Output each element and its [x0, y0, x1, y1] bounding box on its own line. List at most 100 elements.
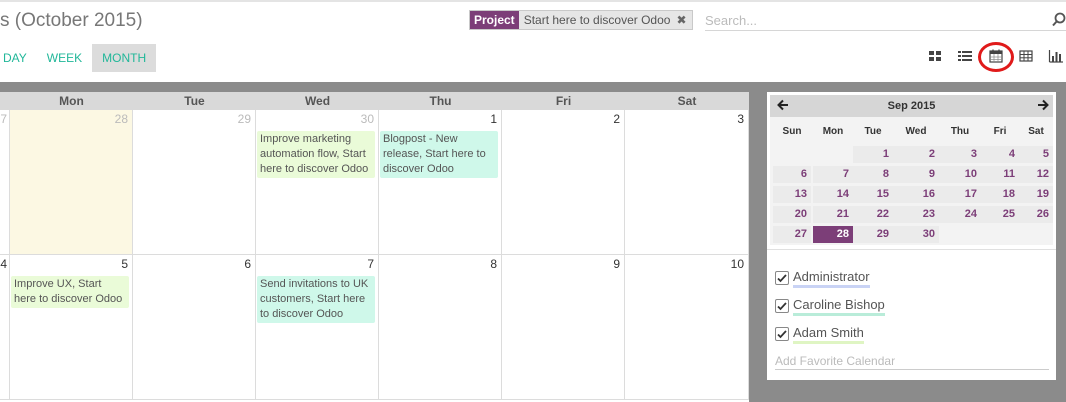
day-cell[interactable]: 1 Blogpost - New release, Start here to …: [379, 110, 502, 255]
day-number: 30: [360, 112, 374, 126]
day-cell[interactable]: 4: [0, 255, 10, 400]
mini-weekday: Tue: [864, 126, 882, 137]
mini-day[interactable]: 5: [1019, 146, 1053, 163]
mini-day[interactable]: 16: [893, 186, 939, 203]
day-number: 1: [490, 112, 497, 126]
mini-day[interactable]: 6: [773, 166, 811, 183]
calendar-event[interactable]: Improve UX, Start here to discover Odoo: [11, 276, 129, 308]
day-number: 8: [490, 257, 497, 271]
check-icon: [777, 330, 787, 339]
mini-day[interactable]: 25: [981, 206, 1019, 223]
mini-day[interactable]: 17: [939, 186, 981, 203]
day-number: 29: [237, 112, 251, 126]
day-number: 28: [114, 112, 128, 126]
calendar-event[interactable]: Blogpost - New release, Start here to di…: [380, 131, 498, 178]
calendar-event[interactable]: Send invitations to UK customers, Start …: [257, 276, 375, 323]
remove-facet-icon[interactable]: ✖: [676, 13, 686, 28]
attendee-filter[interactable]: Administrator: [775, 268, 870, 288]
facet-value: Start here to discover Odoo: [523, 12, 671, 27]
facet-value-wrap: Start here to discover Odoo ✖: [518, 11, 692, 29]
day-button[interactable]: DAY: [0, 44, 37, 72]
mini-day-selected[interactable]: 28: [813, 226, 853, 243]
mini-day[interactable]: 26: [1019, 206, 1053, 223]
weekday-fri: Fri: [555, 94, 572, 108]
weekday-header: Mon Tue Wed Thu Fri Sat: [0, 92, 749, 110]
day-cell[interactable]: 6: [133, 255, 256, 400]
week-button[interactable]: WEEK: [37, 44, 92, 72]
calendar-event[interactable]: Improve marketing automation flow, Start…: [257, 131, 375, 178]
search-bar: Project Start here to discover Odoo ✖: [469, 9, 1066, 31]
weekday-mon: Mon: [59, 94, 84, 108]
search-input[interactable]: [705, 10, 1055, 30]
mini-day[interactable]: 4: [981, 146, 1019, 163]
attendee-filter[interactable]: Caroline Bishop: [775, 296, 885, 316]
mini-day[interactable]: 21: [813, 206, 853, 223]
day-cell[interactable]: 27: [0, 110, 10, 255]
graph-view-icon[interactable]: [1048, 48, 1064, 64]
mini-day[interactable]: 24: [939, 206, 981, 223]
mini-calendar-header: Sep 2015: [770, 95, 1053, 117]
kanban-view-icon[interactable]: [927, 48, 943, 64]
day-cell[interactable]: 10: [625, 255, 749, 400]
attendee-checkbox[interactable]: [775, 327, 789, 341]
day-cell[interactable]: 3: [625, 110, 749, 255]
mini-day[interactable]: 3: [939, 146, 981, 163]
mini-day[interactable]: 9: [893, 166, 939, 183]
mini-weekday: Mon: [822, 126, 844, 137]
mini-day[interactable]: 12: [1019, 166, 1053, 183]
sidebar-divider: [767, 249, 1056, 250]
attendee-name: Caroline Bishop: [793, 297, 885, 316]
next-month-icon[interactable]: [1036, 98, 1050, 112]
mini-day[interactable]: 15: [853, 186, 893, 203]
mini-weekday: Sun: [782, 126, 802, 137]
mini-day[interactable]: 27: [773, 226, 811, 243]
facet-category: Project: [470, 11, 519, 29]
day-cell[interactable]: 7 Send invitations to UK customers, Star…: [256, 255, 379, 400]
attendee-checkbox[interactable]: [775, 271, 789, 285]
day-cell[interactable]: 5 Improve UX, Start here to discover Odo…: [10, 255, 133, 400]
mini-day[interactable]: 20: [773, 206, 811, 223]
mini-day[interactable]: 7: [813, 166, 853, 183]
day-cell[interactable]: 30 Improve marketing automation flow, St…: [256, 110, 379, 255]
mini-calendar-title: Sep 2015: [887, 100, 936, 112]
mini-day[interactable]: 19: [1019, 186, 1053, 203]
list-view-icon[interactable]: [957, 48, 973, 64]
attendee-name: Administrator: [793, 269, 870, 288]
add-favorite-calendar-input[interactable]: Add Favorite Calendar: [775, 354, 1049, 370]
page-title: s (October 2015): [0, 10, 143, 31]
mini-day[interactable]: 23: [893, 206, 939, 223]
day-number: 4: [0, 257, 7, 271]
mini-day[interactable]: 2: [893, 146, 939, 163]
search-icon[interactable]: [1052, 11, 1066, 27]
month-calendar: Mon Tue Wed Thu Fri Sat 27 28 29 30 Impr…: [0, 92, 749, 402]
day-cell[interactable]: 8: [379, 255, 502, 400]
mini-day[interactable]: 10: [939, 166, 981, 183]
day-cell[interactable]: 29: [133, 110, 256, 255]
day-number: 3: [737, 112, 744, 126]
mini-day[interactable]: 29: [853, 226, 893, 243]
day-number: 10: [730, 257, 744, 271]
weekday-wed: Wed: [304, 94, 331, 108]
day-cell[interactable]: 9: [502, 255, 625, 400]
attendee-checkbox[interactable]: [775, 299, 789, 313]
attendee-filter[interactable]: Adam Smith: [775, 324, 864, 344]
search-facet[interactable]: Project Start here to discover Odoo ✖: [469, 10, 693, 30]
weekday-thu: Thu: [429, 94, 452, 108]
mini-day[interactable]: 18: [981, 186, 1019, 203]
day-cell-today[interactable]: 28: [10, 110, 133, 255]
mini-day[interactable]: 13: [773, 186, 811, 203]
mini-day[interactable]: 1: [853, 146, 893, 163]
mini-day[interactable]: 30: [893, 226, 939, 243]
mini-day[interactable]: 14: [813, 186, 853, 203]
calendar-sidebar: Sep 2015 Sun Mon Tue Wed Thu Fri Sat 123456789…: [767, 92, 1056, 380]
mini-day[interactable]: 22: [853, 206, 893, 223]
pivot-view-icon[interactable]: [1018, 48, 1034, 64]
mini-weekday: Wed: [905, 126, 927, 137]
mini-day[interactable]: 8: [853, 166, 893, 183]
day-cell[interactable]: 2: [502, 110, 625, 255]
month-button[interactable]: MONTH: [92, 44, 157, 72]
mini-day[interactable]: 11: [981, 166, 1019, 183]
weekday-tue: Tue: [184, 94, 205, 108]
check-icon: [777, 274, 787, 283]
day-number: 9: [613, 257, 620, 271]
